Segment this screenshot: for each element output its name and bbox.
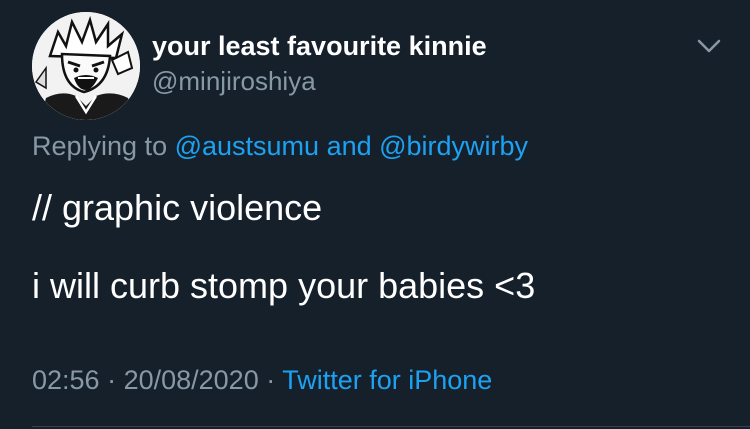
- chevron-down-icon[interactable]: [693, 34, 725, 58]
- tweet-time[interactable]: 02:56: [32, 365, 100, 395]
- replying-to: Replying to @austsumu and @birdywirby: [32, 128, 528, 164]
- tweet-header: your least favourite kinnie @minjiroshiy…: [32, 12, 487, 120]
- divider: [32, 426, 750, 427]
- meta-separator: ·: [99, 365, 124, 395]
- user-handle[interactable]: @minjiroshiya: [152, 64, 487, 98]
- tweet-date[interactable]: 20/08/2020: [124, 365, 259, 395]
- meta-separator: ·: [258, 365, 283, 395]
- tweet-meta: 02:56 · 20/08/2020 · Twitter for iPhone: [32, 362, 492, 398]
- mention-link-austsumu[interactable]: @austsumu: [175, 131, 319, 161]
- tweet-text-line-2: i will curb stomp your babies <3: [32, 265, 536, 306]
- display-name[interactable]: your least favourite kinnie: [152, 28, 487, 64]
- mention-link-birdywirby[interactable]: @birdywirby: [379, 131, 528, 161]
- replying-prefix: Replying to: [32, 131, 175, 161]
- tweet-text-line-1: // graphic violence: [32, 187, 323, 228]
- user-names: your least favourite kinnie @minjiroshiy…: [152, 28, 487, 98]
- tweet-detail: your least favourite kinnie @minjiroshiy…: [0, 0, 750, 429]
- tweet-source-link[interactable]: Twitter for iPhone: [282, 365, 492, 395]
- avatar[interactable]: [32, 12, 140, 120]
- avatar-image: [32, 12, 140, 120]
- reply-joiner[interactable]: and: [319, 131, 379, 161]
